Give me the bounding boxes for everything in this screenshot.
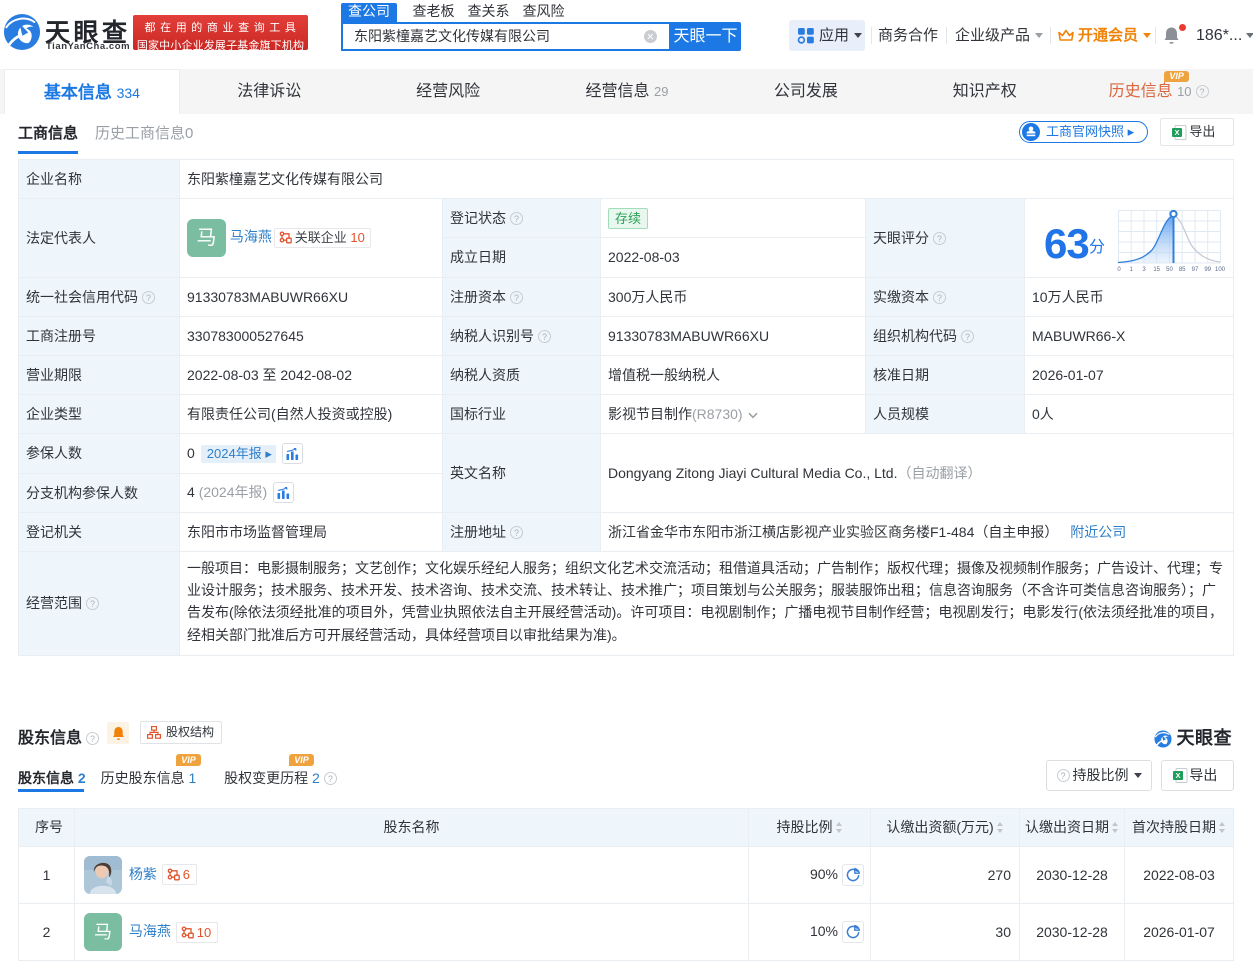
- svg-text:15: 15: [1153, 267, 1160, 273]
- svg-text:3: 3: [1142, 267, 1146, 273]
- svg-text:100: 100: [1215, 267, 1226, 273]
- svg-text:99: 99: [1204, 267, 1211, 273]
- svg-text:X: X: [1175, 771, 1180, 780]
- svg-text:X: X: [1174, 128, 1179, 137]
- svg-text:0: 0: [1117, 267, 1121, 273]
- svg-text:50: 50: [1166, 267, 1173, 273]
- svg-text:85: 85: [1179, 267, 1186, 273]
- svg-text:97: 97: [1192, 267, 1199, 273]
- svg-text:1: 1: [1130, 267, 1134, 273]
